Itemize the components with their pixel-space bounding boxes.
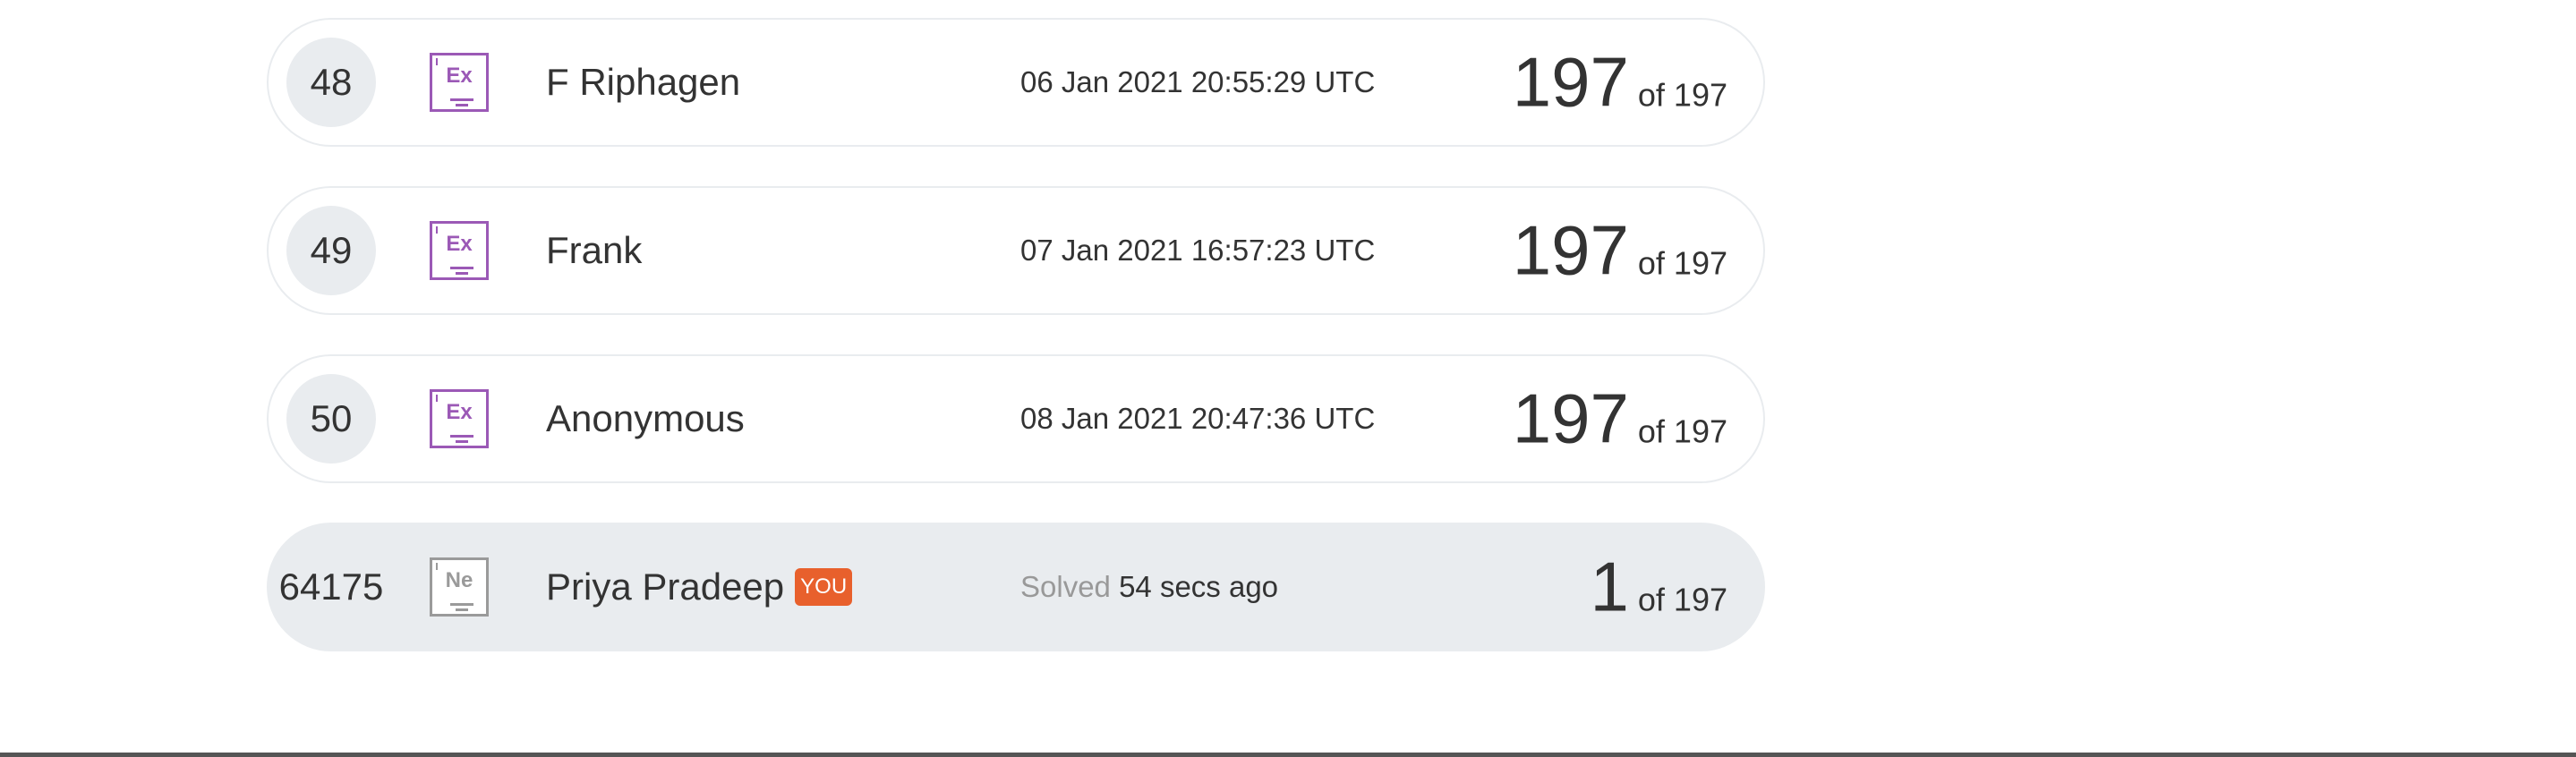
leaderboard-row[interactable]: 48 Ex F Riphagen 06 Jan 2021 20:55:29 UT… xyxy=(267,18,1765,147)
score: 197 of 197 xyxy=(1513,210,1727,292)
user-name-text[interactable]: F Riphagen xyxy=(546,61,740,104)
user-name[interactable]: Frank xyxy=(546,229,642,272)
score-total: of 197 xyxy=(1637,244,1727,282)
badge-symbol: Ex xyxy=(446,232,473,256)
user-name[interactable]: F Riphagen xyxy=(546,61,740,104)
current-user-row[interactable]: 64175 Ne Priya Pradeep YOU Solved 54 sec… xyxy=(267,523,1765,651)
rank-number: 64175 xyxy=(278,566,384,608)
expert-rank-badge-icon: Ex xyxy=(430,53,489,112)
solved-time: Solved 54 secs ago xyxy=(1020,570,1278,604)
user-name-text[interactable]: Priya Pradeep xyxy=(546,566,784,608)
score: 197 of 197 xyxy=(1513,378,1727,460)
badge-symbol: Ne xyxy=(445,568,473,592)
user-name-text[interactable]: Anonymous xyxy=(546,397,745,440)
score: 1 of 197 xyxy=(1591,547,1727,628)
leaderboard-row[interactable]: 49 Ex Frank 07 Jan 2021 16:57:23 UTC 197… xyxy=(267,186,1765,315)
score-value: 197 xyxy=(1512,210,1629,290)
user-name-text[interactable]: Frank xyxy=(546,229,642,272)
page-bottom-divider xyxy=(0,753,2576,757)
score-total: of 197 xyxy=(1637,413,1727,450)
expert-rank-badge-icon: Ex xyxy=(430,221,489,280)
solved-time: 08 Jan 2021 20:47:36 UTC xyxy=(1020,402,1376,435)
user-name[interactable]: Priya Pradeep YOU xyxy=(546,566,853,608)
expert-rank-badge-icon: Ex xyxy=(430,389,489,448)
rank-number: 48 xyxy=(286,38,376,127)
you-badge: YOU xyxy=(795,568,853,606)
rank-number: 49 xyxy=(286,206,376,295)
solved-label: Solved xyxy=(1020,570,1111,603)
rank-number: 50 xyxy=(286,374,376,464)
score: 197 of 197 xyxy=(1513,42,1727,123)
newbie-rank-badge-icon: Ne xyxy=(430,557,489,617)
user-name[interactable]: Anonymous xyxy=(546,397,745,440)
badge-symbol: Ex xyxy=(446,400,473,424)
score-total: of 197 xyxy=(1637,76,1727,114)
score-value: 1 xyxy=(1590,547,1629,626)
score-value: 197 xyxy=(1512,42,1629,122)
score-value: 197 xyxy=(1512,378,1629,458)
solved-time: 06 Jan 2021 20:55:29 UTC xyxy=(1020,65,1376,98)
leaderboard: 48 Ex F Riphagen 06 Jan 2021 20:55:29 UT… xyxy=(267,18,1765,691)
solved-time: 07 Jan 2021 16:57:23 UTC xyxy=(1020,234,1376,267)
badge-symbol: Ex xyxy=(446,64,473,88)
solved-ago: 54 secs ago xyxy=(1119,570,1279,603)
leaderboard-row[interactable]: 50 Ex Anonymous 08 Jan 2021 20:47:36 UTC… xyxy=(267,354,1765,483)
score-total: of 197 xyxy=(1637,581,1727,618)
